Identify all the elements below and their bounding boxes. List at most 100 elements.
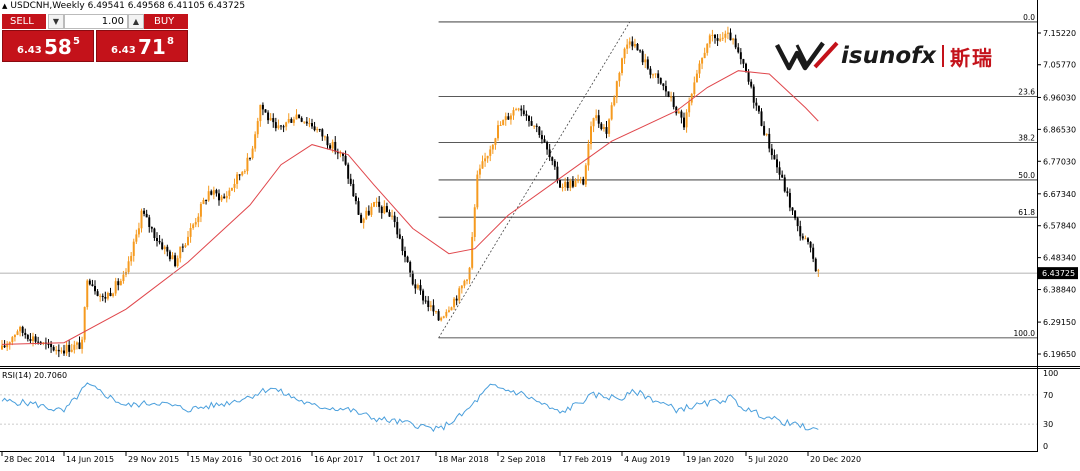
price-axis-label: 6.77030: [1043, 157, 1076, 166]
bear-candle: [354, 196, 357, 202]
bull-candle: [724, 33, 727, 38]
bull-candle: [711, 34, 714, 36]
time-axis-label: 1 Oct 2017: [376, 455, 420, 464]
bear-candle: [636, 43, 639, 51]
bull-candle: [512, 110, 515, 116]
bear-candle: [109, 292, 112, 297]
bear-candle: [24, 332, 27, 336]
rsi-axis-label: 30: [1043, 420, 1053, 429]
bear-candle: [274, 122, 277, 129]
bull-candle: [383, 206, 386, 214]
candles-group: [1, 26, 820, 358]
bear-candle: [29, 339, 32, 341]
bear-candle: [52, 347, 55, 351]
bull-candle: [236, 174, 239, 184]
bull-candle: [331, 141, 334, 149]
bull-candle: [577, 179, 580, 182]
bull-candle: [75, 342, 78, 345]
bull-candle: [130, 255, 133, 262]
bull-candle: [199, 203, 202, 217]
bear-candle: [37, 341, 40, 343]
sell-button[interactable]: SELL: [2, 14, 46, 29]
bull-candle: [99, 295, 102, 297]
bear-candle: [597, 115, 600, 124]
bear-candle: [94, 285, 96, 292]
bear-candle: [367, 210, 370, 215]
volume-increase-icon[interactable]: ▲: [128, 14, 144, 29]
bull-candle: [435, 311, 437, 313]
bear-candle: [378, 201, 381, 207]
bull-candle: [11, 337, 14, 343]
bull-candle: [491, 144, 494, 150]
bear-candle: [334, 141, 337, 152]
bull-candle: [256, 121, 259, 135]
bear-candle: [261, 104, 264, 110]
bear-candle: [520, 108, 523, 111]
bear-candle: [282, 126, 285, 128]
bull-candle: [703, 52, 706, 59]
bear-candle: [101, 295, 104, 298]
bear-candle: [145, 213, 148, 218]
bear-candle: [742, 59, 745, 64]
price-axis-label: 7.15220: [1043, 29, 1076, 38]
bear-candle: [809, 241, 812, 248]
buy-price-button[interactable]: 6.43 71 8: [96, 30, 188, 62]
bear-candle: [680, 111, 683, 118]
bull-candle: [233, 183, 236, 188]
bear-candle: [311, 123, 313, 127]
bear-candle: [571, 180, 574, 187]
buy-button[interactable]: BUY: [144, 14, 188, 29]
bear-candle: [649, 68, 652, 75]
bull-candle: [225, 195, 228, 199]
bull-candle: [615, 81, 618, 98]
rsi-title: RSI(14) 20.7060: [2, 371, 67, 380]
bull-candle: [484, 158, 487, 162]
bull-candle: [698, 63, 701, 74]
bear-candle: [794, 210, 797, 219]
bear-candle: [548, 149, 551, 158]
bull-candle: [481, 161, 484, 169]
bull-candle: [246, 157, 249, 172]
volume-input[interactable]: 1.00: [64, 14, 128, 29]
time-axis-label: 19 Jan 2020: [686, 455, 734, 464]
price-axis-label: 6.29150: [1043, 318, 1076, 327]
bull-candle: [197, 216, 200, 223]
time-axis-label: 4 Aug 2019: [624, 455, 670, 464]
bull-candle: [83, 307, 86, 340]
bear-candle: [799, 226, 802, 237]
bear-candle: [388, 212, 391, 217]
watermark-brand-text: isunofx: [841, 43, 936, 69]
bull-candle: [450, 307, 453, 311]
bull-candle: [633, 43, 636, 47]
bull-candle: [804, 238, 807, 240]
bear-candle: [734, 38, 737, 48]
bull-candle: [220, 196, 223, 201]
trading-chart-window[interactable]: 7.15220 7.05770 6.96030 6.86530 6.77030 6.673…: [0, 0, 1080, 467]
time-axis-label: 28 Dec 2014: [4, 455, 55, 464]
bull-candle: [81, 339, 84, 349]
price-axis-label: 6.38840: [1043, 286, 1076, 295]
bull-candle: [618, 72, 621, 82]
bear-candle: [667, 91, 670, 97]
bear-candle: [326, 136, 329, 146]
bear-candle: [380, 206, 383, 214]
watermark-separator: [941, 45, 944, 67]
sell-price-button[interactable]: 6.43 58 5: [2, 30, 94, 62]
price-axis-label: 6.96030: [1043, 93, 1076, 102]
bear-candle: [535, 125, 538, 127]
bear-candle: [174, 255, 177, 267]
bear-candle: [525, 114, 528, 116]
bull-candle: [373, 202, 375, 207]
price-axis-label: 6.48340: [1043, 254, 1076, 263]
bull-candle: [416, 285, 419, 289]
bear-candle: [662, 83, 665, 87]
bear-candle: [540, 134, 543, 140]
bull-candle: [212, 190, 215, 195]
bull-candle: [391, 215, 394, 217]
bear-candle: [763, 125, 766, 135]
bear-candle: [385, 206, 388, 213]
volume-decrease-icon[interactable]: ▼: [48, 14, 64, 29]
bull-candle: [654, 73, 657, 75]
price-axis-label: 6.57840: [1043, 222, 1076, 231]
bear-candle: [249, 157, 251, 159]
